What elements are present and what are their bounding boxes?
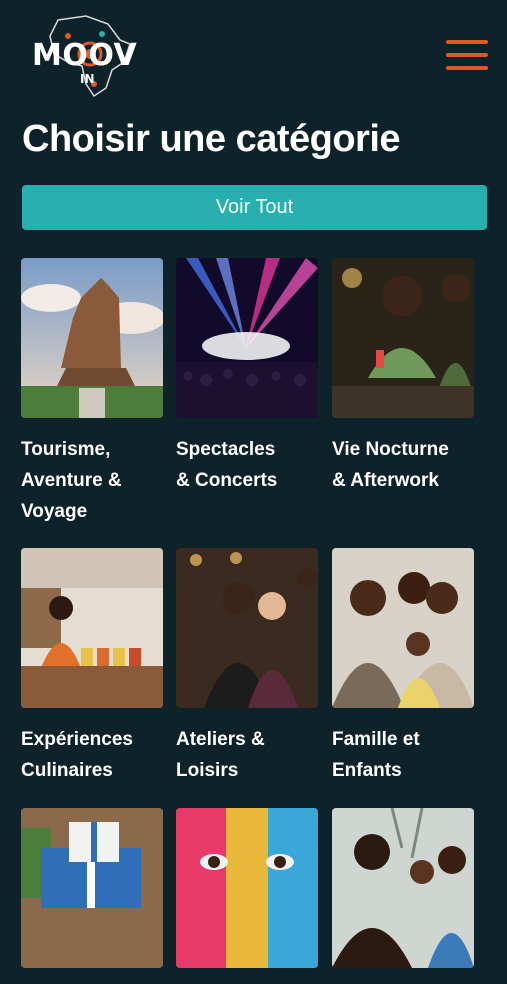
category-label: Ateliers & Loisirs <box>176 729 265 781</box>
category-label: Famille et Enfants <box>332 729 420 781</box>
category-card-culinary[interactable]: Expériences Culinaires <box>21 548 163 786</box>
category-card-gifts[interactable] <box>21 808 163 984</box>
app-header: MOOV IN <box>0 0 507 110</box>
painted-face-image <box>176 808 318 968</box>
category-card-shows[interactable]: Spectacles & Concerts <box>176 258 318 496</box>
gifts-image <box>21 808 163 968</box>
workshop-image <box>176 548 318 708</box>
category-card-tourism[interactable]: Tourisme, Aventure & Voyage <box>21 258 163 527</box>
concert-image <box>176 258 318 418</box>
category-card-workshops[interactable]: Ateliers & Loisirs <box>176 548 318 786</box>
see-all-button[interactable]: Voir Tout <box>22 185 487 230</box>
logo-subtext: IN <box>80 72 95 86</box>
family-image <box>332 548 474 708</box>
category-label: Vie Nocturne & Afterwork <box>332 439 449 491</box>
nightlife-image <box>332 258 474 418</box>
tourism-image <box>21 258 163 418</box>
category-label: Tourisme, Aventure & Voyage <box>21 439 122 522</box>
category-label: Spectacles & Concerts <box>176 439 278 491</box>
category-card-art[interactable] <box>176 808 318 984</box>
category-card-friends[interactable] <box>332 808 474 984</box>
friends-image <box>332 808 474 968</box>
logo-text: MOOV <box>32 38 138 73</box>
culinary-image <box>21 548 163 708</box>
hamburger-icon[interactable] <box>446 40 488 72</box>
moovin-logo[interactable]: MOOV IN <box>28 14 144 98</box>
category-card-nightlife[interactable]: Vie Nocturne & Afterwork <box>332 258 474 496</box>
page-title: Choisir une catégorie <box>22 118 401 160</box>
category-card-family[interactable]: Famille et Enfants <box>332 548 474 786</box>
category-label: Expériences Culinaires <box>21 729 133 781</box>
